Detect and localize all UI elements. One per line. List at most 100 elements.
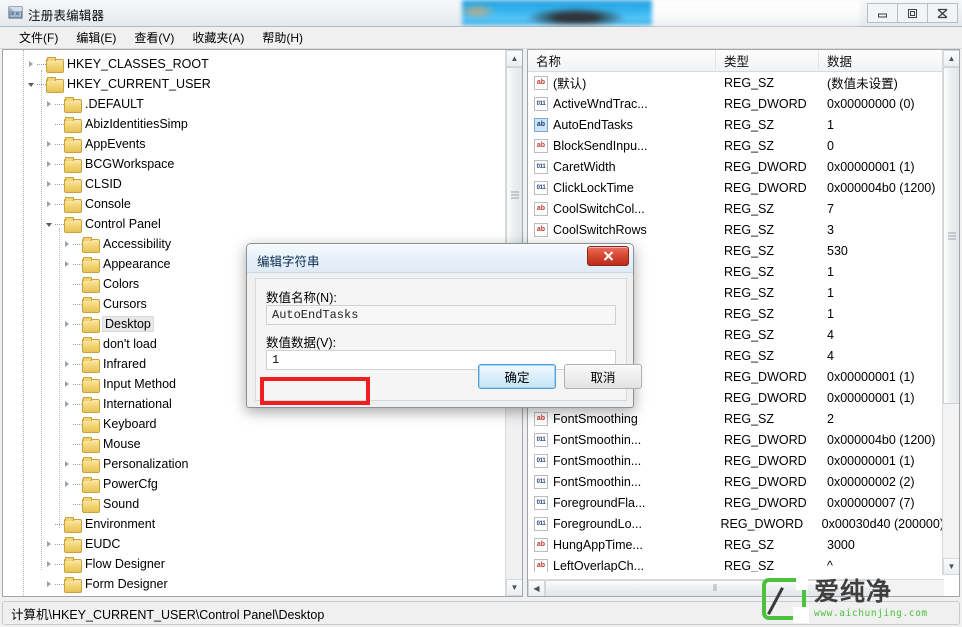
tree-connector-line xyxy=(73,443,82,445)
tree-node[interactable]: EUDC xyxy=(3,534,505,554)
tree-scroll-down-icon[interactable]: ▼ xyxy=(506,579,522,596)
column-header-data[interactable]: 数据 xyxy=(819,50,941,72)
value-name-input[interactable]: AutoEndTasks xyxy=(266,305,616,325)
dialog-ok-button[interactable]: 确定 xyxy=(478,364,556,389)
menu-view[interactable]: 查看(V) xyxy=(125,27,183,48)
tree-node[interactable]: Personalization xyxy=(3,454,505,474)
tree-node[interactable]: AbizIdentitiesSimp xyxy=(3,114,505,134)
tree-node[interactable]: Flow Designer xyxy=(3,554,505,574)
value-row[interactable]: 011 ClickLockTime REG_DWORD 0x000004b0 (120… xyxy=(528,177,944,198)
chevron-right-icon[interactable] xyxy=(61,234,73,254)
tree-node[interactable]: Console xyxy=(3,194,505,214)
chevron-right-icon[interactable] xyxy=(43,94,55,114)
value-name-text: FontSmoothin... xyxy=(553,453,642,468)
value-name-cell: 011 ForegroundFla... xyxy=(528,495,716,510)
value-row[interactable]: 011 FontSmoothin... REG_DWORD 0x00000002 (2… xyxy=(528,471,944,492)
value-row[interactable]: ab LeftOverlapCh... REG_SZ ^ xyxy=(528,555,944,572)
tree-node[interactable]: Form Designer xyxy=(3,574,505,594)
value-row[interactable]: 011 ForegroundFla... REG_DWORD 0x00000007 (… xyxy=(528,492,944,513)
folder-icon xyxy=(82,397,100,413)
folder-icon xyxy=(82,497,100,513)
menu-file[interactable]: 文件(F) xyxy=(10,27,67,48)
value-row[interactable]: ab (默认) REG_SZ (数值未设置) xyxy=(528,72,944,93)
folder-icon xyxy=(64,517,82,533)
value-type-cell: REG_DWORD xyxy=(724,369,807,384)
list-scroll-down-icon[interactable]: ▼ xyxy=(943,558,959,575)
tree-node[interactable]: Environment xyxy=(3,514,505,534)
value-name-cell: 011 FontSmoothin... xyxy=(528,453,716,468)
tree-node[interactable]: CLSID xyxy=(3,174,505,194)
dword-value-icon: 011 xyxy=(534,180,548,195)
column-header-type[interactable]: 类型 xyxy=(716,50,819,72)
tree-guide-line xyxy=(23,50,24,596)
chevron-down-icon[interactable] xyxy=(43,214,55,234)
value-row[interactable]: ab CoolSwitchCol... REG_SZ 7 xyxy=(528,198,944,219)
list-vertical-scrollbar[interactable]: ▲ ▼ xyxy=(942,50,959,575)
chevron-down-icon[interactable] xyxy=(25,74,37,94)
dialog-cancel-button[interactable]: 取消 xyxy=(564,364,642,389)
tree-node[interactable]: Sound xyxy=(3,494,505,514)
value-type-cell: REG_SZ xyxy=(724,243,775,258)
chevron-right-icon[interactable] xyxy=(61,394,73,414)
chevron-right-icon[interactable] xyxy=(43,574,55,594)
tree-node[interactable]: HKEY_CURRENT_USER xyxy=(3,74,505,94)
registry-editor-icon xyxy=(8,6,23,19)
chevron-right-icon[interactable] xyxy=(61,254,73,274)
value-row[interactable]: 011 FontSmoothin... REG_DWORD 0x00000001 (1… xyxy=(528,450,944,471)
menu-favorites[interactable]: 收藏夹(A) xyxy=(183,27,253,48)
tree-node[interactable]: PowerCfg xyxy=(3,474,505,494)
chevron-right-icon[interactable] xyxy=(43,134,55,154)
column-header-name[interactable]: 名称 xyxy=(528,50,716,72)
tree-scroll-up-icon[interactable]: ▲ xyxy=(506,50,522,67)
minimize-button[interactable] xyxy=(867,3,898,23)
value-type-cell: REG_SZ xyxy=(724,327,775,342)
chevron-right-icon[interactable] xyxy=(43,194,55,214)
value-row[interactable]: ab CoolSwitchRows REG_SZ 3 xyxy=(528,219,944,240)
tree-node[interactable]: HKEY_CLASSES_ROOT xyxy=(3,54,505,74)
chevron-right-icon[interactable] xyxy=(61,374,73,394)
value-row[interactable]: ab AutoEndTasks REG_SZ 1 xyxy=(528,114,944,135)
tree-node[interactable]: .DEFAULT xyxy=(3,94,505,114)
close-button[interactable] xyxy=(927,3,958,23)
chevron-right-icon[interactable] xyxy=(43,174,55,194)
chevron-right-icon[interactable] xyxy=(25,54,37,74)
tree-node[interactable]: Mouse xyxy=(3,434,505,454)
chevron-right-icon[interactable] xyxy=(43,554,55,574)
value-row[interactable]: 011 CaretWidth REG_DWORD 0x00000001 (1) xyxy=(528,156,944,177)
chevron-right-icon[interactable] xyxy=(61,474,73,494)
maximize-restore-button[interactable] xyxy=(897,3,928,23)
chevron-right-icon[interactable] xyxy=(61,454,73,474)
folder-icon xyxy=(82,237,100,253)
hscroll-grip-icon: ⦀ xyxy=(713,583,717,593)
menu-help[interactable]: 帮助(H) xyxy=(253,27,312,48)
tree-node[interactable]: AppEvents xyxy=(3,134,505,154)
tree-connector-line xyxy=(73,363,82,365)
chevron-right-icon[interactable] xyxy=(61,354,73,374)
list-scroll-up-icon[interactable]: ▲ xyxy=(943,50,959,67)
folder-icon xyxy=(82,357,100,373)
value-row[interactable]: 011 ForegroundLo... REG_DWORD 0x00030d40 (2… xyxy=(528,513,944,534)
tree-node[interactable]: Keyboard xyxy=(3,414,505,434)
value-name-cell: ab (默认) xyxy=(528,73,716,92)
value-row[interactable]: ab BlockSendInpu... REG_SZ 0 xyxy=(528,135,944,156)
tree-node-label: Mouse xyxy=(103,437,141,451)
tree-connector-line xyxy=(73,403,82,405)
list-scroll-left-icon[interactable]: ◀ xyxy=(528,579,545,596)
chevron-right-icon[interactable] xyxy=(61,314,73,334)
value-row[interactable]: ab HungAppTime... REG_SZ 3000 xyxy=(528,534,944,555)
value-row[interactable]: ab FontSmoothing REG_SZ 2 xyxy=(528,408,944,429)
tree-node[interactable]: BCGWorkspace xyxy=(3,154,505,174)
tree-node[interactable]: Control Panel xyxy=(3,214,505,234)
menu-edit[interactable]: 编辑(E) xyxy=(67,27,125,48)
chevron-right-icon[interactable] xyxy=(43,154,55,174)
dialog-close-button[interactable] xyxy=(587,246,629,266)
tree-connector-line xyxy=(37,63,46,65)
chevron-right-icon[interactable] xyxy=(43,534,55,554)
values-column-headers: 名称 类型 数据 xyxy=(528,50,959,72)
value-row[interactable]: 011 ActiveWndTrac... REG_DWORD 0x00000000 (… xyxy=(528,93,944,114)
list-scrollbar-thumb[interactable] xyxy=(943,67,959,404)
value-row[interactable]: 011 FontSmoothin... REG_DWORD 0x000004b0 (1… xyxy=(528,429,944,450)
